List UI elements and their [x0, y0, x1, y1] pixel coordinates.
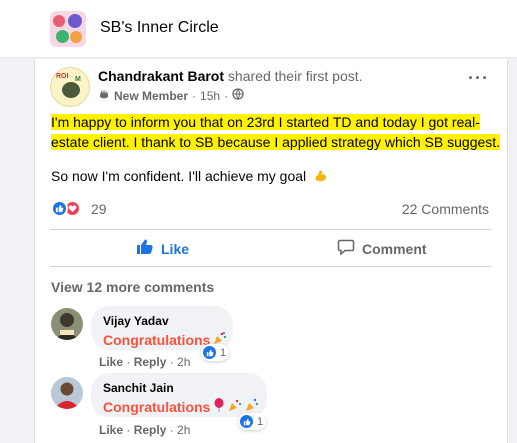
- comment-text-value: Congratulations: [103, 331, 211, 348]
- comment-actions: Like · Reply · 2h: [99, 423, 191, 437]
- group-title[interactable]: SB's Inner Circle: [100, 19, 219, 37]
- post-body: I'm happy to inform you that on 23rd I s…: [51, 112, 501, 186]
- like-icon: [202, 345, 217, 360]
- like-icon: [51, 200, 68, 217]
- avatar[interactable]: [51, 308, 83, 340]
- comment-text-value: Congratulations: [103, 398, 211, 415]
- comment-text: Congratulations: [103, 398, 259, 415]
- comments-count[interactable]: 22 Comments: [402, 201, 489, 217]
- more-icon[interactable]: ···: [468, 69, 489, 87]
- member-badge[interactable]: New Member: [114, 89, 188, 103]
- reaction-count: 1: [220, 346, 227, 359]
- post-author-line: Chandrakant Barot shared their first pos…: [98, 68, 363, 84]
- meta-separator: ·: [224, 88, 229, 103]
- author-name[interactable]: Chandrakant Barot: [98, 68, 224, 84]
- meta-separator: ·: [192, 88, 197, 103]
- comment-author[interactable]: Sanchit Jain: [103, 381, 255, 395]
- divider: [51, 266, 491, 267]
- comment-like-link[interactable]: Like: [99, 355, 123, 369]
- globe-icon: [232, 88, 244, 103]
- like-icon: [136, 238, 154, 259]
- comment-author[interactable]: Vijay Yadav: [103, 314, 221, 328]
- author-avatar[interactable]: ROI M: [50, 67, 90, 107]
- post-text-confident: So now I'm confident. I'll achieve my go…: [51, 168, 307, 184]
- post-text-line1: I'm happy to inform you that on 23rd I s…: [51, 112, 501, 152]
- comment-time[interactable]: 2h: [177, 355, 190, 369]
- comment-button[interactable]: Comment: [337, 238, 427, 259]
- post-action-bar: Like Comment: [51, 230, 491, 266]
- reaction-count: 29: [91, 200, 107, 217]
- post-time[interactable]: 15h: [200, 89, 220, 103]
- comment-like-link[interactable]: Like: [99, 423, 123, 437]
- like-label: Like: [161, 240, 190, 257]
- new-member-icon: [98, 88, 110, 103]
- reaction-summary[interactable]: 29: [51, 200, 107, 217]
- comment-time[interactable]: 2h: [177, 423, 190, 437]
- highlighted-text: I'm happy to inform you that on 23rd I s…: [51, 114, 501, 150]
- comment-reply-link[interactable]: Reply: [134, 355, 167, 369]
- author-action: shared their first post.: [227, 68, 363, 84]
- post-text-line2: So now I'm confident. I'll achieve my go…: [51, 166, 501, 186]
- like-button[interactable]: Like: [136, 238, 189, 259]
- flex-emoji-icon: [310, 168, 328, 184]
- comment-icon: [337, 238, 355, 259]
- group-avatar[interactable]: [50, 11, 86, 47]
- party-popper-icon: [228, 398, 242, 415]
- comment-actions: Like · Reply · 2h: [99, 355, 191, 369]
- view-more-comments[interactable]: View 12 more comments: [51, 279, 214, 295]
- avatar[interactable]: [51, 377, 83, 409]
- comment-bubble: Sanchit Jain Congratulations: [91, 373, 267, 417]
- post-meta: New Member · 15h ·: [98, 88, 244, 103]
- group-header: SB's Inner Circle: [0, 0, 517, 58]
- reaction-count: 1: [257, 415, 264, 428]
- comment-reactions[interactable]: 1: [238, 413, 267, 430]
- post-card: ROI M Chandrakant Barot shared their firs…: [34, 59, 508, 443]
- comment-label: Comment: [362, 240, 427, 257]
- comment-reactions[interactable]: 1: [201, 344, 230, 361]
- like-icon: [239, 414, 254, 429]
- comment-reply-link[interactable]: Reply: [134, 423, 167, 437]
- balloon-icon: [213, 398, 225, 415]
